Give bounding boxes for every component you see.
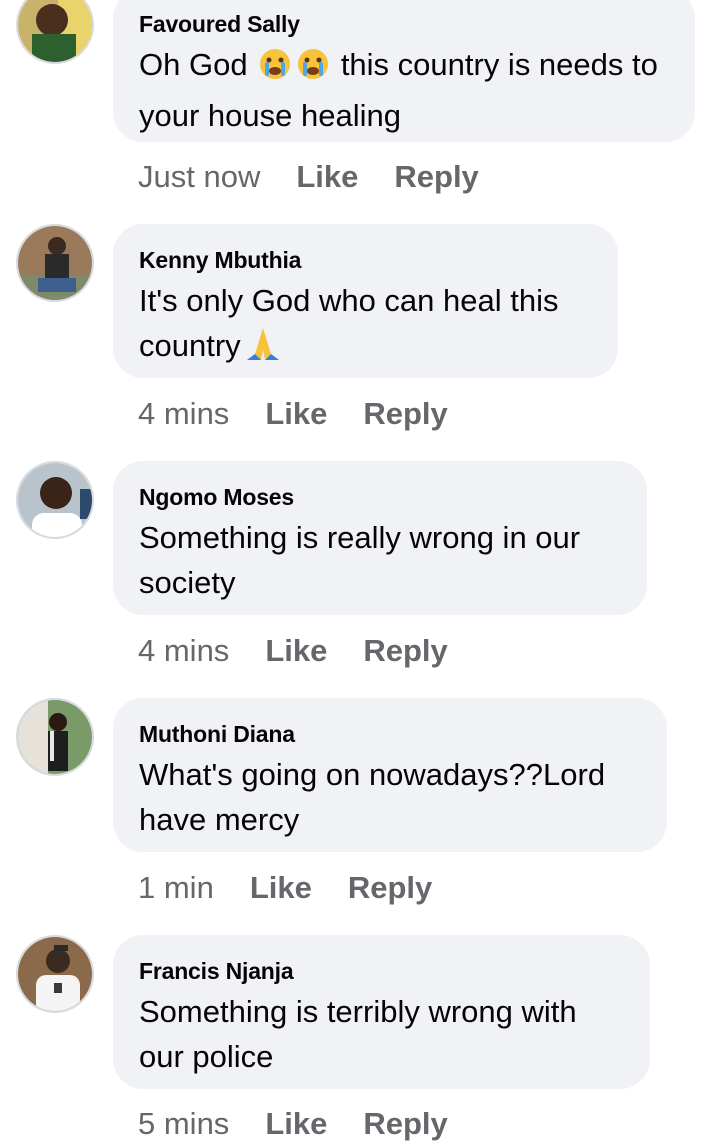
comment-bubble: Kenny Mbuthia It's only God who can heal… — [113, 224, 618, 378]
avatar[interactable] — [16, 935, 94, 1013]
comment-text: Something is terribly wrong with our pol… — [139, 994, 577, 1074]
comment-timestamp[interactable]: Just now — [138, 159, 260, 194]
like-button[interactable]: Like — [265, 633, 327, 668]
reply-button[interactable]: Reply — [363, 1106, 447, 1141]
comment-actions: 4 mins Like Reply — [138, 631, 484, 671]
commenter-name[interactable]: Francis Njanja — [139, 957, 624, 985]
reply-button[interactable]: Reply — [363, 396, 447, 431]
like-button[interactable]: Like — [265, 396, 327, 431]
commenter-name[interactable]: Muthoni Diana — [139, 720, 641, 748]
comment-bubble: Ngomo Moses Something is really wrong in… — [113, 461, 647, 615]
comment-bubble: Francis Njanja Something is terribly wro… — [113, 935, 650, 1089]
comment-actions: Just now Like Reply — [138, 157, 515, 197]
comment-text: What's going on nowadays??Lord have merc… — [139, 757, 606, 837]
commenter-name[interactable]: Kenny Mbuthia — [139, 246, 592, 274]
like-button[interactable]: Like — [296, 159, 358, 194]
crying-face-icon — [296, 47, 330, 93]
avatar[interactable] — [16, 224, 94, 302]
comment-text: Oh God this country is needs to your hou… — [139, 47, 658, 133]
reply-button[interactable]: Reply — [394, 159, 478, 194]
like-button[interactable]: Like — [265, 1106, 327, 1141]
reply-button[interactable]: Reply — [348, 870, 432, 905]
avatar[interactable] — [16, 461, 94, 539]
comment-actions: 4 mins Like Reply — [138, 394, 484, 434]
comment-timestamp[interactable]: 4 mins — [138, 396, 229, 431]
comment-text: Something is really wrong in our society — [139, 520, 581, 600]
folded-hands-icon — [243, 326, 283, 374]
reply-button[interactable]: Reply — [363, 633, 447, 668]
comment-actions: 1 min Like Reply — [138, 868, 468, 908]
comment-bubble: Muthoni Diana What's going on nowadays??… — [113, 698, 667, 852]
avatar[interactable] — [16, 0, 94, 64]
comment-timestamp[interactable]: 4 mins — [138, 633, 229, 668]
commenter-name[interactable]: Ngomo Moses — [139, 483, 621, 511]
comment-actions: 5 mins Like Reply — [138, 1104, 484, 1144]
comment-timestamp[interactable]: 5 mins — [138, 1106, 229, 1141]
commenter-name[interactable]: Favoured Sally — [139, 10, 669, 38]
avatar[interactable] — [16, 698, 94, 776]
crying-face-icon — [258, 47, 292, 93]
comment-timestamp[interactable]: 1 min — [138, 870, 214, 905]
comment-bubble: Favoured Sally Oh God this country is ne… — [113, 0, 695, 142]
comment-text: It's only God who can heal this country — [139, 278, 592, 374]
like-button[interactable]: Like — [250, 870, 312, 905]
